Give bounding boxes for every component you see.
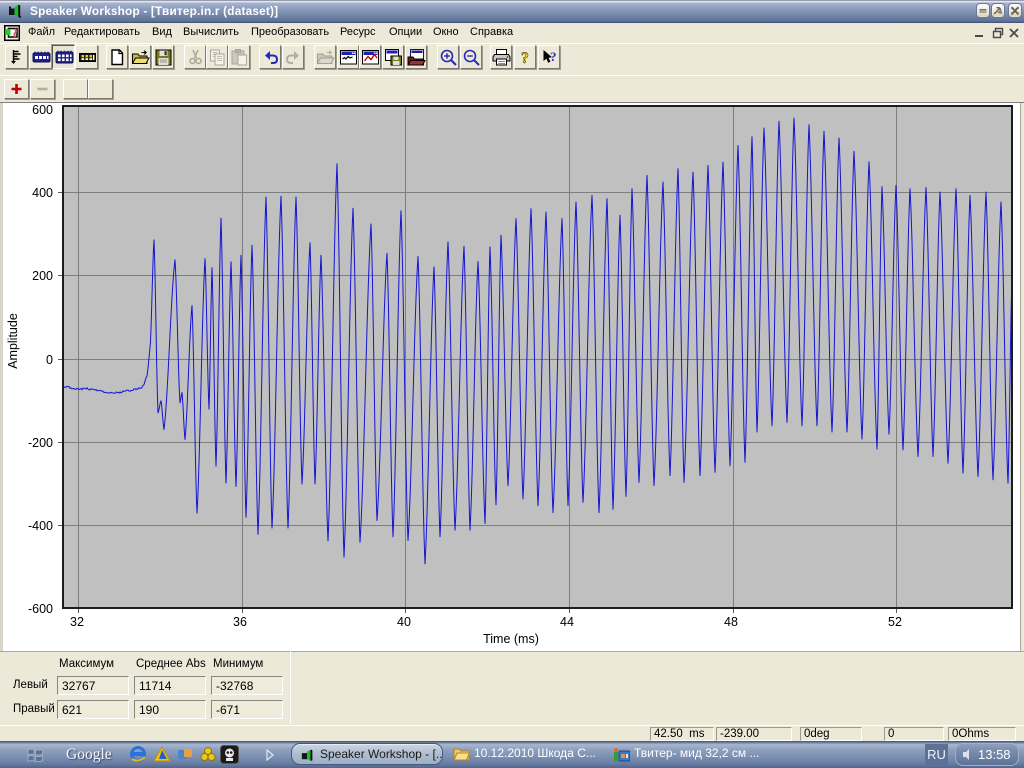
svg-text:?: ?	[521, 50, 529, 67]
svg-text:?: ?	[550, 49, 557, 64]
